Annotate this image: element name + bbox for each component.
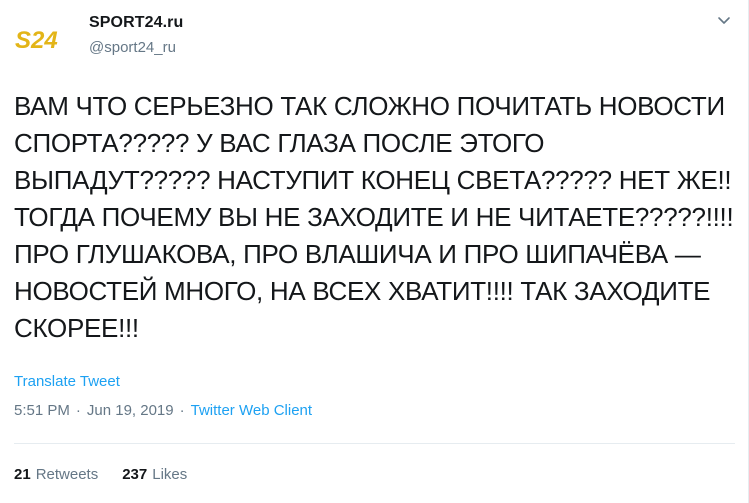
- tweet-client-link[interactable]: Twitter Web Client: [191, 402, 312, 419]
- tweet-meta: 5:51 PM · Jun 19, 2019 · Twitter Web Cli…: [14, 402, 312, 419]
- likes-count: 237: [122, 466, 148, 483]
- tweet-stats: 21 Retweets 237 Likes: [14, 466, 211, 483]
- tweet-text: ВАМ ЧТО СЕРЬЕЗНО ТАК СЛОЖНО ПОЧИТАТЬ НОВ…: [14, 91, 734, 343]
- retweets-stat[interactable]: 21 Retweets: [14, 466, 98, 483]
- tweet-card: S24 SPORT24.ru @sport24_ru ВАМ ЧТО СЕРЬЕ…: [0, 0, 749, 503]
- meta-separator: ·: [75, 402, 81, 419]
- translate-tweet-link[interactable]: Translate Tweet: [14, 373, 120, 390]
- tweet-date[interactable]: Jun 19, 2019: [87, 402, 174, 419]
- divider: [14, 443, 735, 444]
- sport24-logo: S24: [15, 27, 58, 54]
- meta-separator: ·: [179, 402, 185, 419]
- logo-text: S24: [15, 27, 58, 54]
- tweet-time[interactable]: 5:51 PM: [14, 402, 70, 419]
- author-handle[interactable]: @sport24_ru: [89, 39, 176, 56]
- likes-label: Likes: [152, 466, 188, 483]
- likes-stat[interactable]: 237 Likes: [122, 466, 187, 483]
- chevron-down-icon[interactable]: [716, 14, 732, 28]
- avatar[interactable]: S24: [13, 22, 73, 54]
- retweets-label: Retweets: [35, 466, 99, 483]
- retweets-count: 21: [14, 466, 31, 483]
- author-display-name[interactable]: SPORT24.ru: [89, 14, 183, 32]
